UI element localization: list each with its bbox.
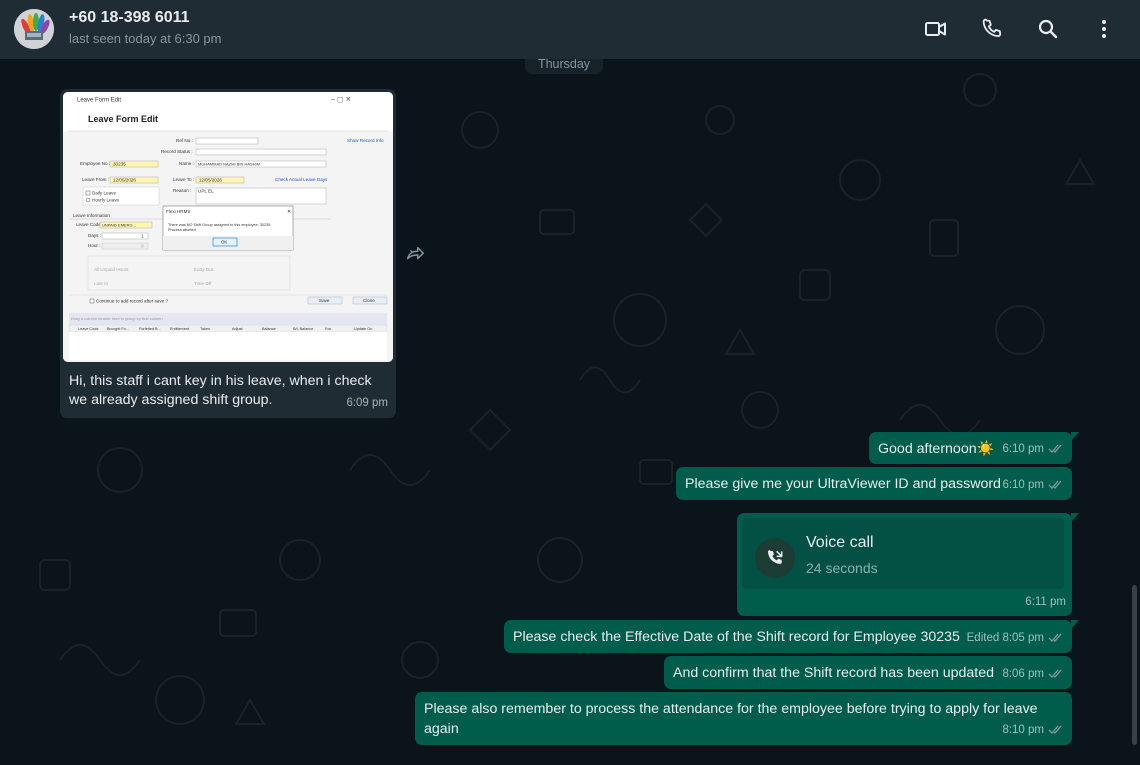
contact-name[interactable]: +60 18-398 6011 <box>69 9 190 27</box>
edited-label: Edited <box>966 632 1000 644</box>
read-receipt-icon <box>1048 480 1062 489</box>
phone-icon[interactable] <box>980 17 1004 41</box>
message-text-line-2: again <box>424 721 459 737</box>
svg-text:Leave Information: Leave Information <box>73 213 110 218</box>
svg-text:Update On: Update On <box>354 327 372 331</box>
svg-text:Show Record Info: Show Record Info <box>347 138 384 143</box>
svg-text:12/05/2026: 12/05/2026 <box>199 178 222 183</box>
svg-text:There was NO Shift Group assig: There was NO Shift Group assigned to thi… <box>168 223 271 227</box>
svg-text:Late In: Late In <box>94 281 108 286</box>
svg-text:B/L Balance: B/L Balance <box>293 327 313 331</box>
voice-call-title: Voice call <box>806 534 874 551</box>
svg-text:Save: Save <box>319 298 330 303</box>
svg-text:Continue to add record after s: Continue to add record after save ? <box>96 299 168 304</box>
svg-text:Hourly Leave: Hourly Leave <box>92 198 120 203</box>
voice-call-duration: 24 seconds <box>806 560 878 576</box>
svg-text:Entitlement: Entitlement <box>170 327 190 331</box>
outgoing-call-icon <box>768 550 783 564</box>
svg-text:✕: ✕ <box>287 209 291 215</box>
svg-text:Days :: Days : <box>88 233 101 238</box>
svg-text:30235: 30235 <box>113 162 126 167</box>
svg-text:Leave Code :: Leave Code : <box>76 222 103 227</box>
svg-text:Drag a column header here to g: Drag a column header here to group by th… <box>71 316 163 321</box>
svg-text:Hour :: Hour : <box>88 243 101 248</box>
read-receipt-icon <box>1048 444 1062 453</box>
message-text: Please give me your UltraViewer ID and p… <box>685 476 1001 492</box>
outgoing-message[interactable]: And confirm that the Shift record has be… <box>664 656 1072 689</box>
svg-text:UNPAID EMERG...: UNPAID EMERG... <box>102 223 136 228</box>
voice-call-message[interactable]: Voice call 24 seconds 6:11 pm <box>737 513 1079 616</box>
svg-text:UPL EL: UPL EL <box>198 189 214 194</box>
menu-icon[interactable] <box>1092 17 1116 41</box>
svg-text:1: 1 <box>141 234 144 239</box>
read-receipt-icon <box>1048 633 1062 642</box>
svg-text:Balance: Balance <box>262 327 276 331</box>
incoming-image-message[interactable]: Leave Form Edit – ▢ ✕ Leave Form Edit Re… <box>60 89 396 418</box>
svg-text:Adjust: Adjust <box>232 327 243 331</box>
svg-text:Process aborted.: Process aborted. <box>168 228 197 232</box>
svg-text:Leave Form Edit: Leave Form Edit <box>88 114 158 124</box>
svg-text:Forfeited B...: Forfeited B... <box>139 327 161 331</box>
voice-call-card[interactable]: Voice call 24 seconds <box>742 518 1064 589</box>
read-receipt-icon <box>1048 669 1062 678</box>
svg-text:Record Status :: Record Status : <box>161 149 193 154</box>
svg-text:Leave To :: Leave To : <box>173 177 194 182</box>
message-time: 6:10 pm <box>1002 443 1044 455</box>
message-time: 8:05 pm <box>1002 632 1044 644</box>
svg-text:Early Out: Early Out <box>194 267 214 272</box>
error-dialog: Flexi HRMS ✕ There was NO Shift Group as… <box>162 205 294 251</box>
svg-text:Reason :: Reason : <box>173 188 191 193</box>
svg-text:Brought Fo...: Brought Fo... <box>107 327 129 331</box>
shared-screenshot[interactable]: Leave Form Edit – ▢ ✕ Leave Form Edit Re… <box>63 92 393 362</box>
svg-text:Ref No :: Ref No : <box>176 138 193 143</box>
video-call-icon[interactable] <box>924 17 948 41</box>
svg-text:Fox: Fox <box>325 327 331 331</box>
incoming-caption-line-2: we already assigned shift group. <box>69 392 273 408</box>
read-receipt-icon <box>1048 725 1062 734</box>
svg-text:MUHAMMAD NAZMI BIN HASHIM: MUHAMMAD NAZMI BIN HASHIM <box>198 162 260 167</box>
message-time: 8:06 pm <box>1002 668 1044 680</box>
svg-text:Taken: Taken <box>200 327 210 331</box>
message-time: 6:11 pm <box>1025 596 1066 608</box>
message-time: 6:10 pm <box>1002 479 1044 491</box>
svg-text:12/05/2026: 12/05/2026 <box>113 178 136 183</box>
svg-text:OK: OK <box>221 240 227 245</box>
incoming-caption-line-1: Hi, this staff i cant key in his leave, … <box>69 373 372 389</box>
message-text: Please check the Effective Date of the S… <box>513 629 960 645</box>
svg-text:Employee No :: Employee No : <box>80 161 110 166</box>
call-icon-circle <box>755 538 795 578</box>
svg-text:All Unpaid Hours: All Unpaid Hours <box>94 267 129 272</box>
chat-scrollbar[interactable] <box>1132 585 1137 745</box>
contact-avatar[interactable] <box>14 9 54 49</box>
chat-header: +60 18-398 6011 last seen today at 6:30 … <box>0 0 1140 59</box>
outgoing-message[interactable]: Please also remember to process the atte… <box>415 692 1072 745</box>
last-seen-status: last seen today at 6:30 pm <box>69 31 222 46</box>
svg-text:Leave Code: Leave Code <box>78 327 98 331</box>
svg-text:Flexi HRMS: Flexi HRMS <box>166 209 191 214</box>
svg-text:Close: Close <box>363 298 375 303</box>
message-text: And confirm that the Shift record has be… <box>673 665 994 681</box>
forward-icon[interactable] <box>404 243 426 265</box>
svg-text:Name :: Name : <box>179 161 194 166</box>
message-time: 8:10 pm <box>1002 724 1044 736</box>
message-text: Good afternoon☀️ <box>878 441 995 457</box>
leave-form-screenshot: Leave Form Edit – ▢ ✕ Leave Form Edit Re… <box>63 92 393 362</box>
svg-text:Leave From :: Leave From : <box>82 177 109 182</box>
message-time: 6:09 pm <box>346 397 388 409</box>
outgoing-message[interactable]: Please give me your UltraViewer ID and p… <box>676 467 1072 500</box>
window-title: Leave Form Edit <box>77 98 121 104</box>
svg-text:0: 0 <box>141 244 144 249</box>
search-icon[interactable] <box>1036 17 1060 41</box>
svg-text:Daily Leave: Daily Leave <box>92 191 116 196</box>
outgoing-message[interactable]: Please check the Effective Date of the S… <box>504 620 1079 653</box>
svg-text:– ▢ ✕: – ▢ ✕ <box>331 97 351 104</box>
outgoing-message[interactable]: Good afternoon☀️ 6:10 pm <box>869 432 1079 464</box>
svg-text:Check Actual Leave Days: Check Actual Leave Days <box>275 177 328 182</box>
svg-text:Time Off: Time Off <box>194 281 212 286</box>
message-text-line-1: Please also remember to process the atte… <box>424 701 1038 717</box>
